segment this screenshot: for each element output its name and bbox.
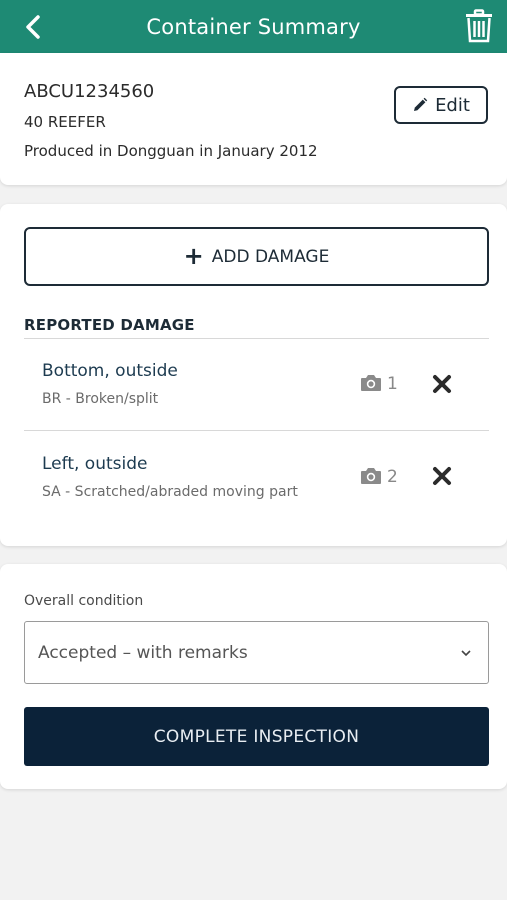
overall-condition-label: Overall condition [24,593,144,609]
damage-item-code: BR - Broken/split [42,391,159,407]
remove-damage-button[interactable] [431,373,453,395]
plus-icon: + [183,241,204,270]
photo-count: 2 [387,467,398,487]
edit-label: Edit [435,94,470,116]
add-damage-label: ADD DAMAGE [211,246,330,267]
container-type: 40 REEFER [24,113,106,131]
trash-icon [466,9,492,43]
divider [24,338,489,339]
damage-item-location[interactable]: Bottom, outside [42,361,178,381]
app-header: Container Summary [0,0,507,53]
damage-item-location[interactable]: Left, outside [42,454,147,474]
overall-condition-value: Accepted – with remarks [38,643,248,663]
delete-button[interactable] [463,8,495,44]
page-title: Container Summary [146,14,361,39]
camera-icon[interactable] [360,374,382,392]
back-button[interactable] [20,12,46,42]
close-icon [433,375,451,393]
container-id: ABCU1234560 [24,81,155,102]
divider [24,430,489,431]
chevron-left-icon [26,15,40,39]
reported-damage-heading: REPORTED DAMAGE [24,316,195,334]
camera-icon[interactable] [360,467,382,485]
photo-count: 1 [387,374,398,394]
edit-button[interactable]: Edit [394,86,488,124]
damage-item-code: SA - Scratched/abraded moving part [42,484,298,500]
add-damage-button[interactable]: + ADD DAMAGE [24,227,489,286]
container-production-info: Produced in Dongguan in January 2012 [24,142,318,160]
remove-damage-button[interactable] [431,465,453,487]
close-icon [433,467,451,485]
chevron-down-icon [461,650,471,657]
pencil-icon [414,97,428,111]
complete-inspection-button[interactable]: COMPLETE INSPECTION [24,707,489,766]
overall-condition-select[interactable]: Accepted – with remarks [24,621,489,684]
